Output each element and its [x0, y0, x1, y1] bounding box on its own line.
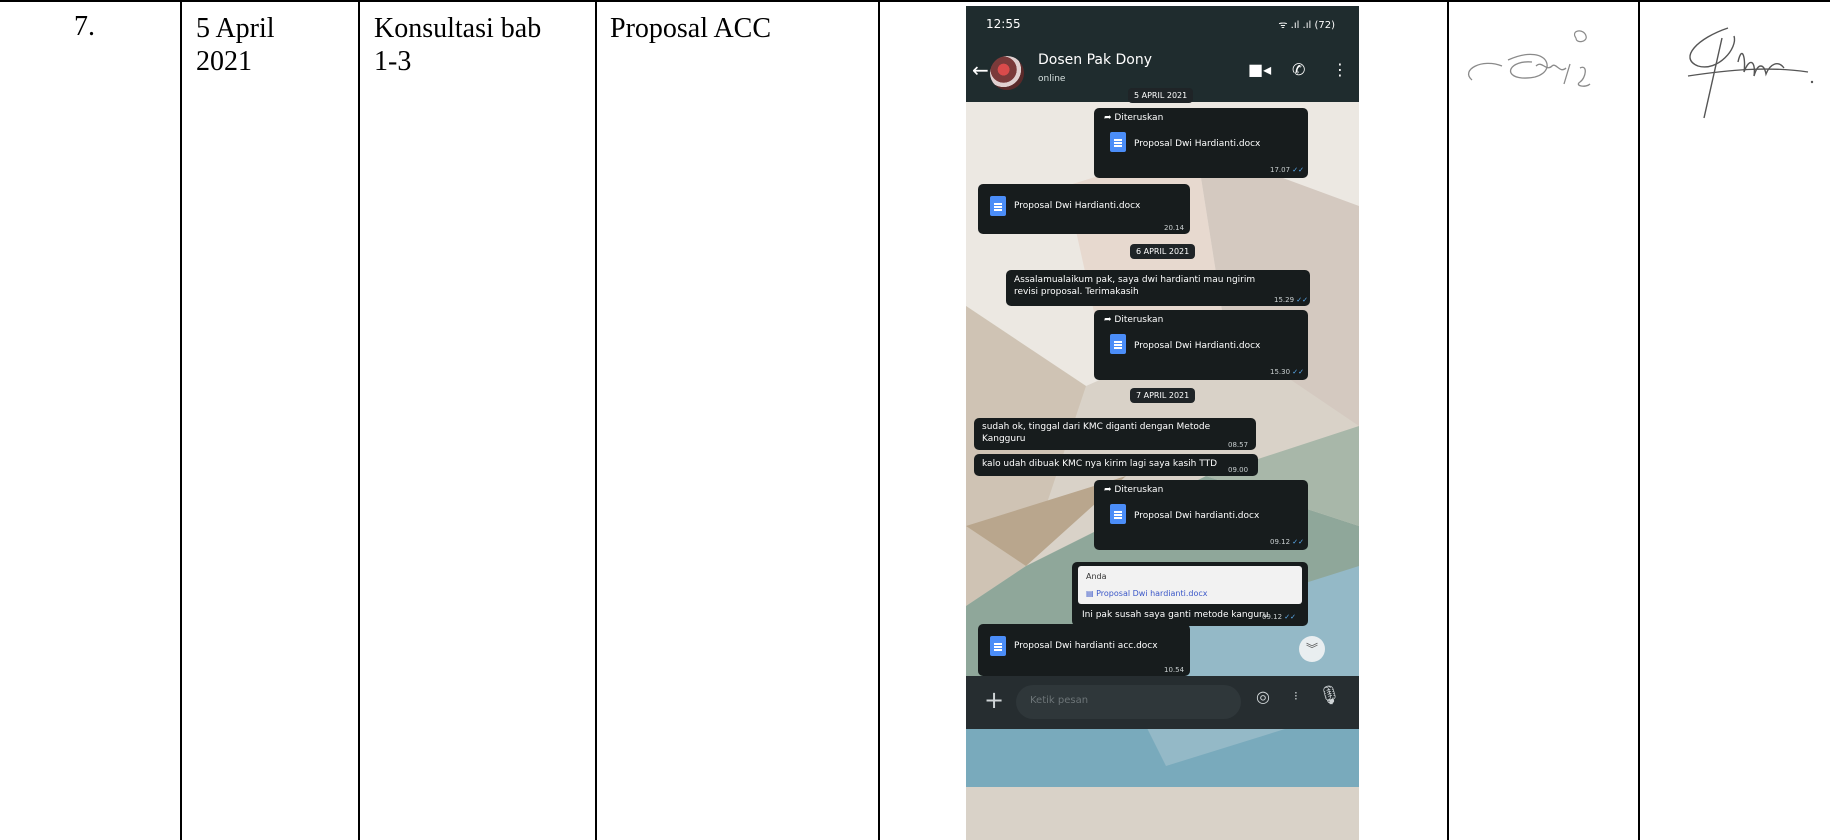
- back-arrow-icon[interactable]: ←: [972, 58, 989, 82]
- date-chip: 6 APRIL 2021: [1130, 244, 1196, 259]
- input-placeholder: Ketik pesan: [1030, 695, 1089, 706]
- col-divider-5: [1447, 0, 1449, 840]
- forward-arrow-icon: ➦ Diteruskan: [1104, 315, 1164, 325]
- message-input[interactable]: Ketik pesan: [1016, 685, 1241, 719]
- document-icon: [990, 196, 1006, 216]
- double-check-icon: ✓✓: [1292, 166, 1305, 174]
- video-call-icon[interactable]: ■◂: [1248, 60, 1271, 79]
- quote-file: ▤ Proposal Dwi hardianti.docx: [1086, 589, 1208, 598]
- plus-icon[interactable]: +: [984, 686, 1004, 714]
- double-check-icon: ✓✓: [1284, 613, 1297, 621]
- table-top-border: [0, 0, 1830, 2]
- message-time: 20.14: [1164, 224, 1185, 232]
- document-icon: [990, 636, 1006, 656]
- file-name: Proposal Dwi hardianti.docx: [1134, 511, 1260, 521]
- message-text: sudah ok, tinggal dari KMC diganti denga…: [982, 422, 1211, 444]
- col-divider-3: [595, 0, 597, 840]
- message-time: 15.30 ✓✓: [1270, 368, 1305, 376]
- row-topic: Konsultasi bab 1-3: [374, 13, 542, 77]
- file-name: Proposal Dwi Hardianti.docx: [1134, 139, 1261, 149]
- avatar[interactable]: [990, 56, 1024, 90]
- col-divider-4: [878, 0, 880, 840]
- student-signature: [1687, 27, 1814, 119]
- date-chip: 5 APRIL 2021: [1128, 88, 1194, 103]
- reply-message[interactable]: Anda ▤ Proposal Dwi hardianti.docx Ini p…: [1072, 562, 1308, 626]
- status-time: 12:55: [986, 17, 1021, 31]
- forwarded-label: Diteruskan: [1114, 113, 1164, 123]
- message-time: 08.57: [1228, 441, 1249, 449]
- date-chip: 7 APRIL 2021: [1130, 388, 1196, 403]
- incoming-text-message[interactable]: sudah ok, tinggal dari KMC diganti denga…: [974, 418, 1256, 450]
- forwarded-file-message[interactable]: ➦ Diteruskan Proposal Dwi hardianti.docx…: [1094, 480, 1308, 550]
- incoming-text-message[interactable]: kalo udah dibuak KMC nya kirim lagi saya…: [974, 454, 1258, 476]
- message-text: Assalamualaikum pak, saya dwi hardianti …: [1014, 275, 1256, 297]
- incoming-file-message[interactable]: Proposal Dwi Hardianti.docx 20.14: [978, 184, 1190, 234]
- lecturer-signature: [1468, 30, 1591, 87]
- document-icon: [1110, 132, 1126, 152]
- contact-name[interactable]: Dosen Pak Dony: [1038, 52, 1152, 68]
- message-time: 17.07 ✓✓: [1270, 166, 1305, 174]
- message-time: 09.12 ✓✓: [1270, 538, 1305, 546]
- camera-icon[interactable]: ◎: [1256, 687, 1270, 706]
- whatsapp-chat-screenshot: 12:55 ᯤ .ıl .ıl (72) ← Dosen Pak Dony on…: [966, 6, 1359, 840]
- message-time: 09.12 ✓✓: [1262, 613, 1297, 621]
- col-divider-1: [180, 0, 182, 840]
- more-vert-icon[interactable]: ⋮: [1332, 60, 1348, 79]
- status-bar: 12:55 ᯤ .ıl .ıl (72): [966, 6, 1359, 46]
- message-time: 10.54: [1164, 666, 1185, 674]
- col-divider-2: [358, 0, 360, 840]
- chevron-double-down-icon[interactable]: ︾: [1299, 636, 1325, 662]
- forwarded-label: Diteruskan: [1114, 485, 1164, 495]
- row-date: 5 April 2021: [196, 13, 275, 77]
- document-icon: [1110, 504, 1126, 524]
- file-name: Proposal Dwi hardianti acc.docx: [1014, 641, 1158, 651]
- double-check-icon: ✓✓: [1292, 368, 1305, 376]
- more-dots-icon[interactable]: ⁝: [1294, 689, 1298, 703]
- quoted-message[interactable]: Anda ▤ Proposal Dwi hardianti.docx: [1078, 566, 1302, 604]
- outgoing-text-message[interactable]: Assalamualaikum pak, saya dwi hardianti …: [1006, 270, 1310, 306]
- message-composer: + Ketik pesan ◎ ⁝ 🎙: [966, 676, 1359, 729]
- col-divider-6: [1638, 0, 1640, 840]
- document-icon: [1110, 334, 1126, 354]
- quote-author: Anda: [1086, 572, 1107, 581]
- message-time: 09.00: [1228, 466, 1249, 474]
- double-check-icon: ✓✓: [1296, 296, 1309, 304]
- contact-status: online: [1038, 74, 1066, 84]
- file-name: Proposal Dwi Hardianti.docx: [1014, 201, 1141, 211]
- forward-arrow-icon: ➦ Diteruskan: [1104, 113, 1164, 123]
- forward-arrow-icon: ➦ Diteruskan: [1104, 485, 1164, 495]
- phone-call-icon[interactable]: ✆: [1292, 60, 1305, 79]
- forwarded-file-message[interactable]: ➦ Diteruskan Proposal Dwi Hardianti.docx…: [1094, 310, 1308, 380]
- file-name: Proposal Dwi Hardianti.docx: [1134, 341, 1261, 351]
- incoming-file-message[interactable]: Proposal Dwi hardianti acc.docx 10.54: [978, 624, 1190, 676]
- message-time: 15.29 ✓✓: [1274, 296, 1309, 304]
- row-result: Proposal ACC: [610, 13, 772, 44]
- forwarded-label: Diteruskan: [1114, 315, 1164, 325]
- row-number: 7.: [74, 11, 95, 42]
- microphone-icon[interactable]: 🎙: [1318, 685, 1341, 706]
- message-text: kalo udah dibuak KMC nya kirim lagi saya…: [982, 459, 1217, 469]
- forwarded-file-message[interactable]: ➦ Diteruskan Proposal Dwi Hardianti.docx…: [1094, 108, 1308, 178]
- message-text: Ini pak susah saya ganti metode kanguru: [1082, 610, 1269, 620]
- status-icons: ᯤ .ıl .ıl (72): [1278, 20, 1335, 31]
- double-check-icon: ✓✓: [1292, 538, 1305, 546]
